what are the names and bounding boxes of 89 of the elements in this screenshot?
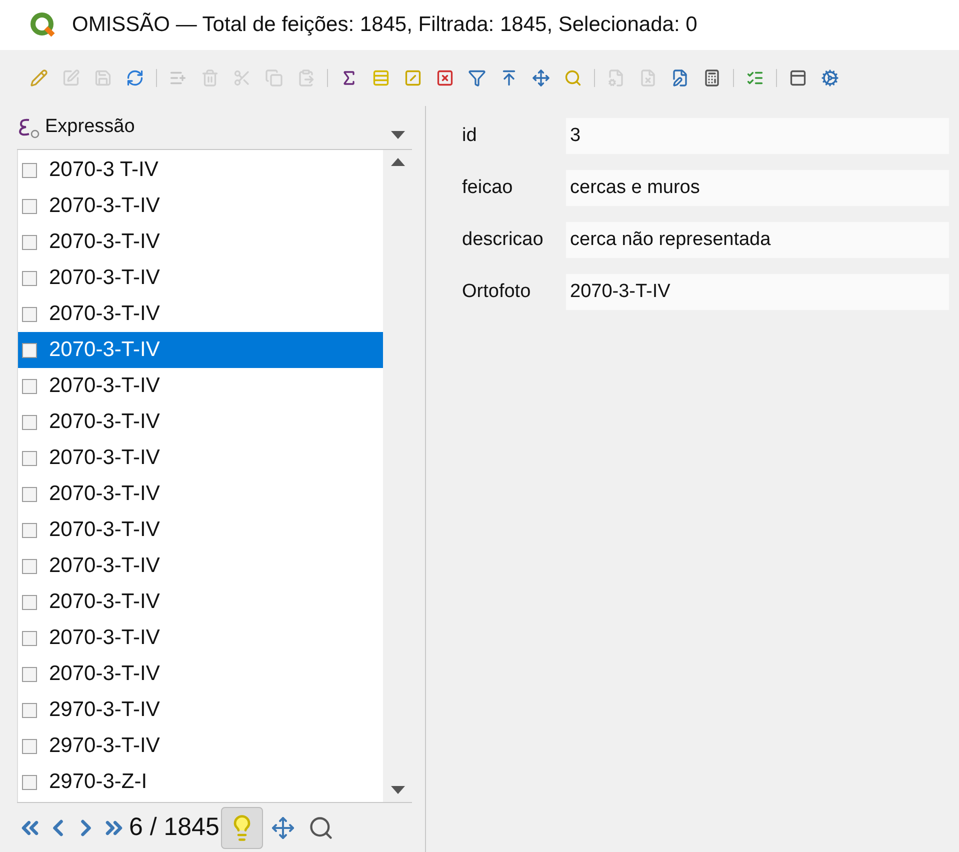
feature-label: 2970-3-T-IV [49, 733, 160, 760]
zoom-icon [308, 814, 334, 840]
expression-label: Expressão [45, 115, 135, 140]
app-logo-icon [30, 12, 56, 38]
feature-list-item[interactable]: 2070-3-T-IV [18, 224, 383, 260]
paste-icon [297, 69, 315, 87]
feature-label: 2070-3-T-IV [49, 517, 160, 544]
feature-list-item[interactable]: 2070-3-T-IV [18, 440, 383, 476]
feature-label: 2970-3-Z-I [49, 769, 148, 796]
feature-list-item[interactable]: 2070-3-T-IV [18, 476, 383, 512]
checkbox[interactable] [22, 378, 37, 394]
checkbox[interactable] [22, 342, 37, 358]
feature-list-item[interactable]: 2070-3-T-IV [18, 368, 383, 404]
window-title: OMISSÃO — Total de feições: 1845, Filtrada: 1845, Selecionada: 0 [72, 12, 698, 38]
field-label: feicao [462, 176, 514, 200]
feature-list-item[interactable]: 2970-3-T-IV [18, 728, 383, 764]
save-icon [94, 69, 112, 87]
field-input[interactable]: 3 [566, 118, 949, 154]
feature-list-item[interactable]: 2070-3-T-IV [18, 584, 383, 620]
pencil-icon [30, 69, 48, 87]
feature-label: 2970-3-T-IV [49, 697, 160, 724]
feature-list-item[interactable]: 2070-3-T-IV [18, 656, 383, 692]
field-input[interactable]: 2070-3-T-IV [566, 274, 949, 310]
calculator-icon [703, 69, 721, 87]
feature-list-item[interactable]: 2970-3-T-IV [18, 692, 383, 728]
checkbox[interactable] [22, 306, 37, 322]
feature-label: 2070-3-T-IV [49, 445, 160, 472]
scroll-down-icon[interactable] [390, 786, 404, 794]
refresh-icon [126, 69, 144, 87]
pan-button[interactable] [530, 67, 552, 89]
select-all-icon [372, 69, 390, 87]
feature-label: 2070-3-T-IV [49, 337, 160, 364]
feature-label: 2070-3-T-IV [49, 481, 160, 508]
feature-label: 2070-3-T-IV [49, 301, 160, 328]
zoom-icon [564, 69, 582, 87]
checkbox[interactable] [22, 522, 37, 538]
pan-icon [271, 816, 296, 840]
checkbox[interactable] [22, 558, 37, 574]
feature-list-item[interactable]: 2070-3-T-IV [18, 260, 383, 296]
feature-label: 2070-3-T-IV [49, 661, 160, 688]
field-label: id [462, 124, 478, 148]
scrollbar[interactable] [383, 150, 412, 802]
feature-label: 2070-3-T-IV [49, 625, 160, 652]
checkbox[interactable] [22, 774, 37, 790]
feature-list-item[interactable]: 2070-3-T-IV [18, 188, 383, 224]
checkbox[interactable] [22, 594, 37, 610]
feature-label: 2070-3 T-IV [49, 157, 158, 184]
pencil-button[interactable] [28, 67, 50, 89]
feature-label: 2070-3-T-IV [49, 409, 160, 436]
feature-list-item[interactable]: 2070-3-T-IV [18, 620, 383, 656]
checkbox[interactable] [22, 486, 37, 502]
actions-button[interactable] [819, 67, 841, 89]
feature-label: 2070-3-T-IV [49, 229, 160, 256]
scroll-up-icon[interactable] [390, 158, 404, 166]
checkbox[interactable] [22, 414, 37, 430]
checkbox[interactable] [22, 234, 37, 250]
feature-label: 2070-3-T-IV [49, 373, 160, 400]
filter-icon [468, 69, 486, 87]
delete-icon [201, 69, 219, 87]
feature-label: 2070-3-T-IV [49, 553, 160, 580]
field-input[interactable]: cercas e muros [566, 170, 949, 206]
dropdown-arrow-icon [390, 130, 406, 140]
feature-label: 2070-3-T-IV [49, 265, 160, 292]
highlight-button[interactable] [221, 806, 264, 848]
feature-list-item[interactable]: 2970-3-Z-I [18, 764, 383, 800]
checkbox[interactable] [22, 198, 37, 214]
checkbox[interactable] [22, 270, 37, 286]
feature-list-item[interactable]: 2070-3-T-IV [18, 512, 383, 548]
feature-list-item[interactable]: 2070-3-T-IV [18, 296, 383, 332]
checkbox[interactable] [22, 450, 37, 466]
feature-label: 2070-3-T-IV [49, 193, 160, 220]
feature-list-item[interactable]: 2070-3-T-IV [18, 404, 383, 440]
cut-icon [233, 69, 251, 87]
feature-list-item[interactable]: 2070-3-T-IV [18, 332, 383, 368]
pan-icon [532, 69, 550, 87]
checkbox[interactable] [22, 630, 37, 646]
record-position: 6 / 1845 [129, 812, 220, 843]
checkbox[interactable] [22, 162, 37, 178]
feature-list-item[interactable]: 2070-3-T-IV [18, 548, 383, 584]
field-input[interactable]: cerca não representada [566, 222, 949, 258]
feature-list-item[interactable]: 2070-3 T-IV [18, 152, 383, 188]
checkbox[interactable] [22, 702, 37, 718]
feature-label: 2070-3-T-IV [49, 589, 160, 616]
field-label: Ortofoto [462, 280, 532, 304]
copy-icon [265, 69, 283, 87]
field-label: descricao [462, 228, 544, 252]
checkbox[interactable] [22, 738, 37, 754]
checkbox[interactable] [22, 666, 37, 682]
edit-icon [62, 69, 80, 87]
